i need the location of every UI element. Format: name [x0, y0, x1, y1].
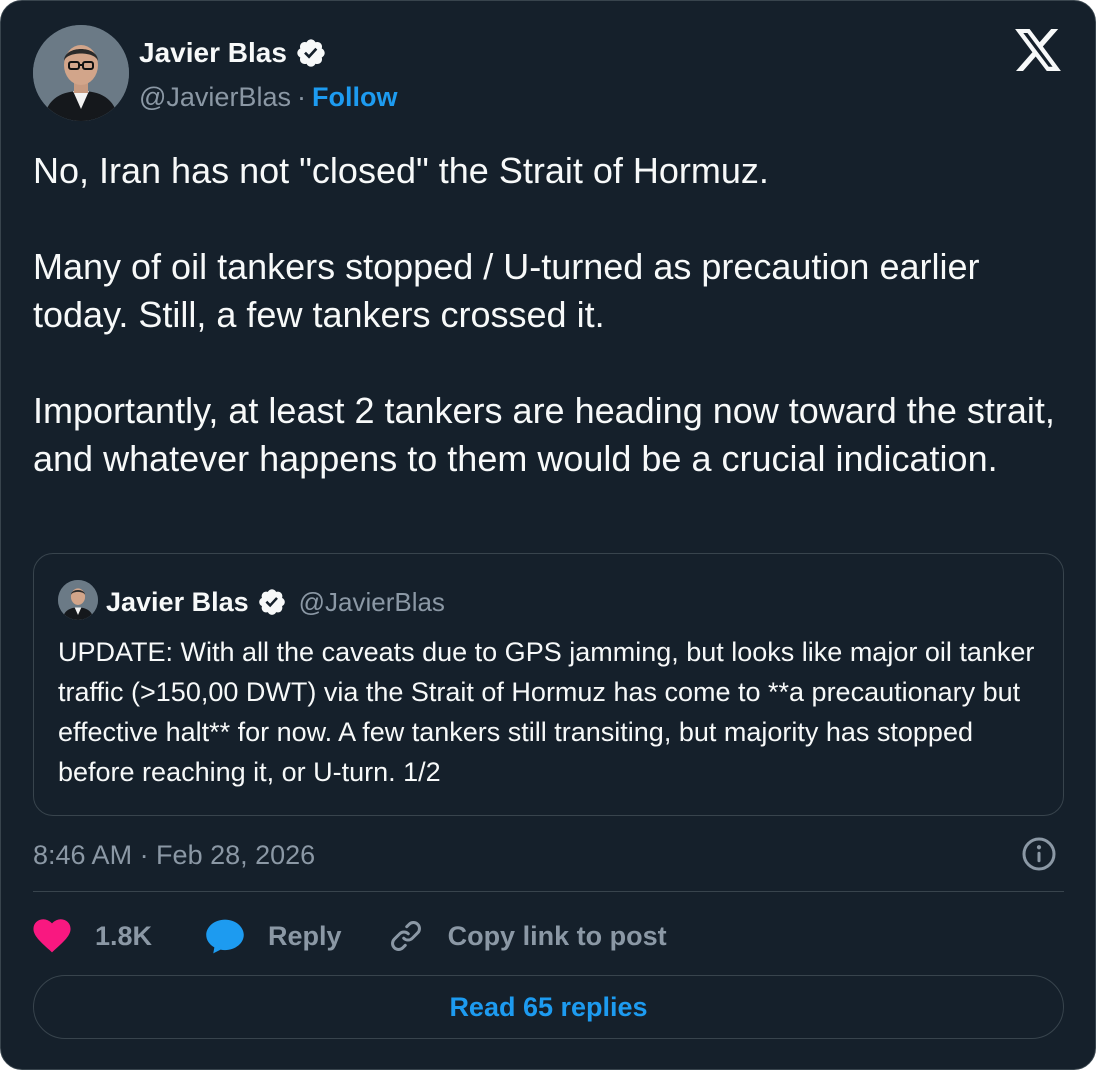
- quoted-author-avatar: [58, 580, 98, 620]
- separator-dot: ·: [296, 81, 306, 112]
- author-handle-row: @JavierBlas · Follow: [139, 79, 397, 115]
- like-button[interactable]: 1.8K: [33, 919, 152, 953]
- verified-badge-icon: [258, 589, 285, 615]
- author-name[interactable]: Javier Blas: [139, 37, 287, 69]
- copy-link-label: Copy link to post: [447, 920, 667, 951]
- author-avatar[interactable]: [33, 25, 129, 121]
- link-icon: [390, 921, 421, 951]
- quoted-header: Javier Blas @JavierBlas: [106, 582, 445, 622]
- author-handle[interactable]: @JavierBlas: [139, 82, 291, 113]
- verified-badge-icon: [297, 39, 325, 67]
- info-icon[interactable]: [1021, 836, 1057, 872]
- read-replies-button[interactable]: Read 65 replies: [33, 975, 1064, 1039]
- action-bar: 1.8K Reply Copy link to post: [33, 913, 667, 959]
- heart-icon: [33, 919, 71, 953]
- follow-button[interactable]: Follow: [312, 82, 397, 113]
- reply-button[interactable]: Reply: [206, 918, 342, 954]
- author-name-row: Javier Blas: [139, 33, 327, 73]
- like-count: 1.8K: [95, 920, 153, 951]
- divider: [33, 891, 1064, 892]
- quoted-tweet[interactable]: Javier Blas @JavierBlas UPDATE: With all…: [33, 553, 1064, 816]
- tweet-timestamp[interactable]: 8:46 AM · Feb 28, 2026: [33, 837, 315, 873]
- reply-label: Reply: [268, 920, 342, 951]
- quoted-author-handle: @JavierBlas: [298, 586, 445, 617]
- copy-link-button[interactable]: Copy link to post: [388, 918, 667, 954]
- quoted-author-name: Javier Blas: [106, 586, 249, 617]
- tweet-text: No, Iran has not "closed" the Strait of …: [33, 150, 1055, 479]
- x-logo-icon[interactable]: [1015, 29, 1061, 71]
- quoted-tweet-text: UPDATE: With all the caveats due to GPS …: [58, 637, 1035, 787]
- tweet-embed-card: Javier Blas @JavierBlas · Follow No, Ira…: [0, 0, 1096, 1070]
- reply-bubble-icon: [206, 919, 244, 954]
